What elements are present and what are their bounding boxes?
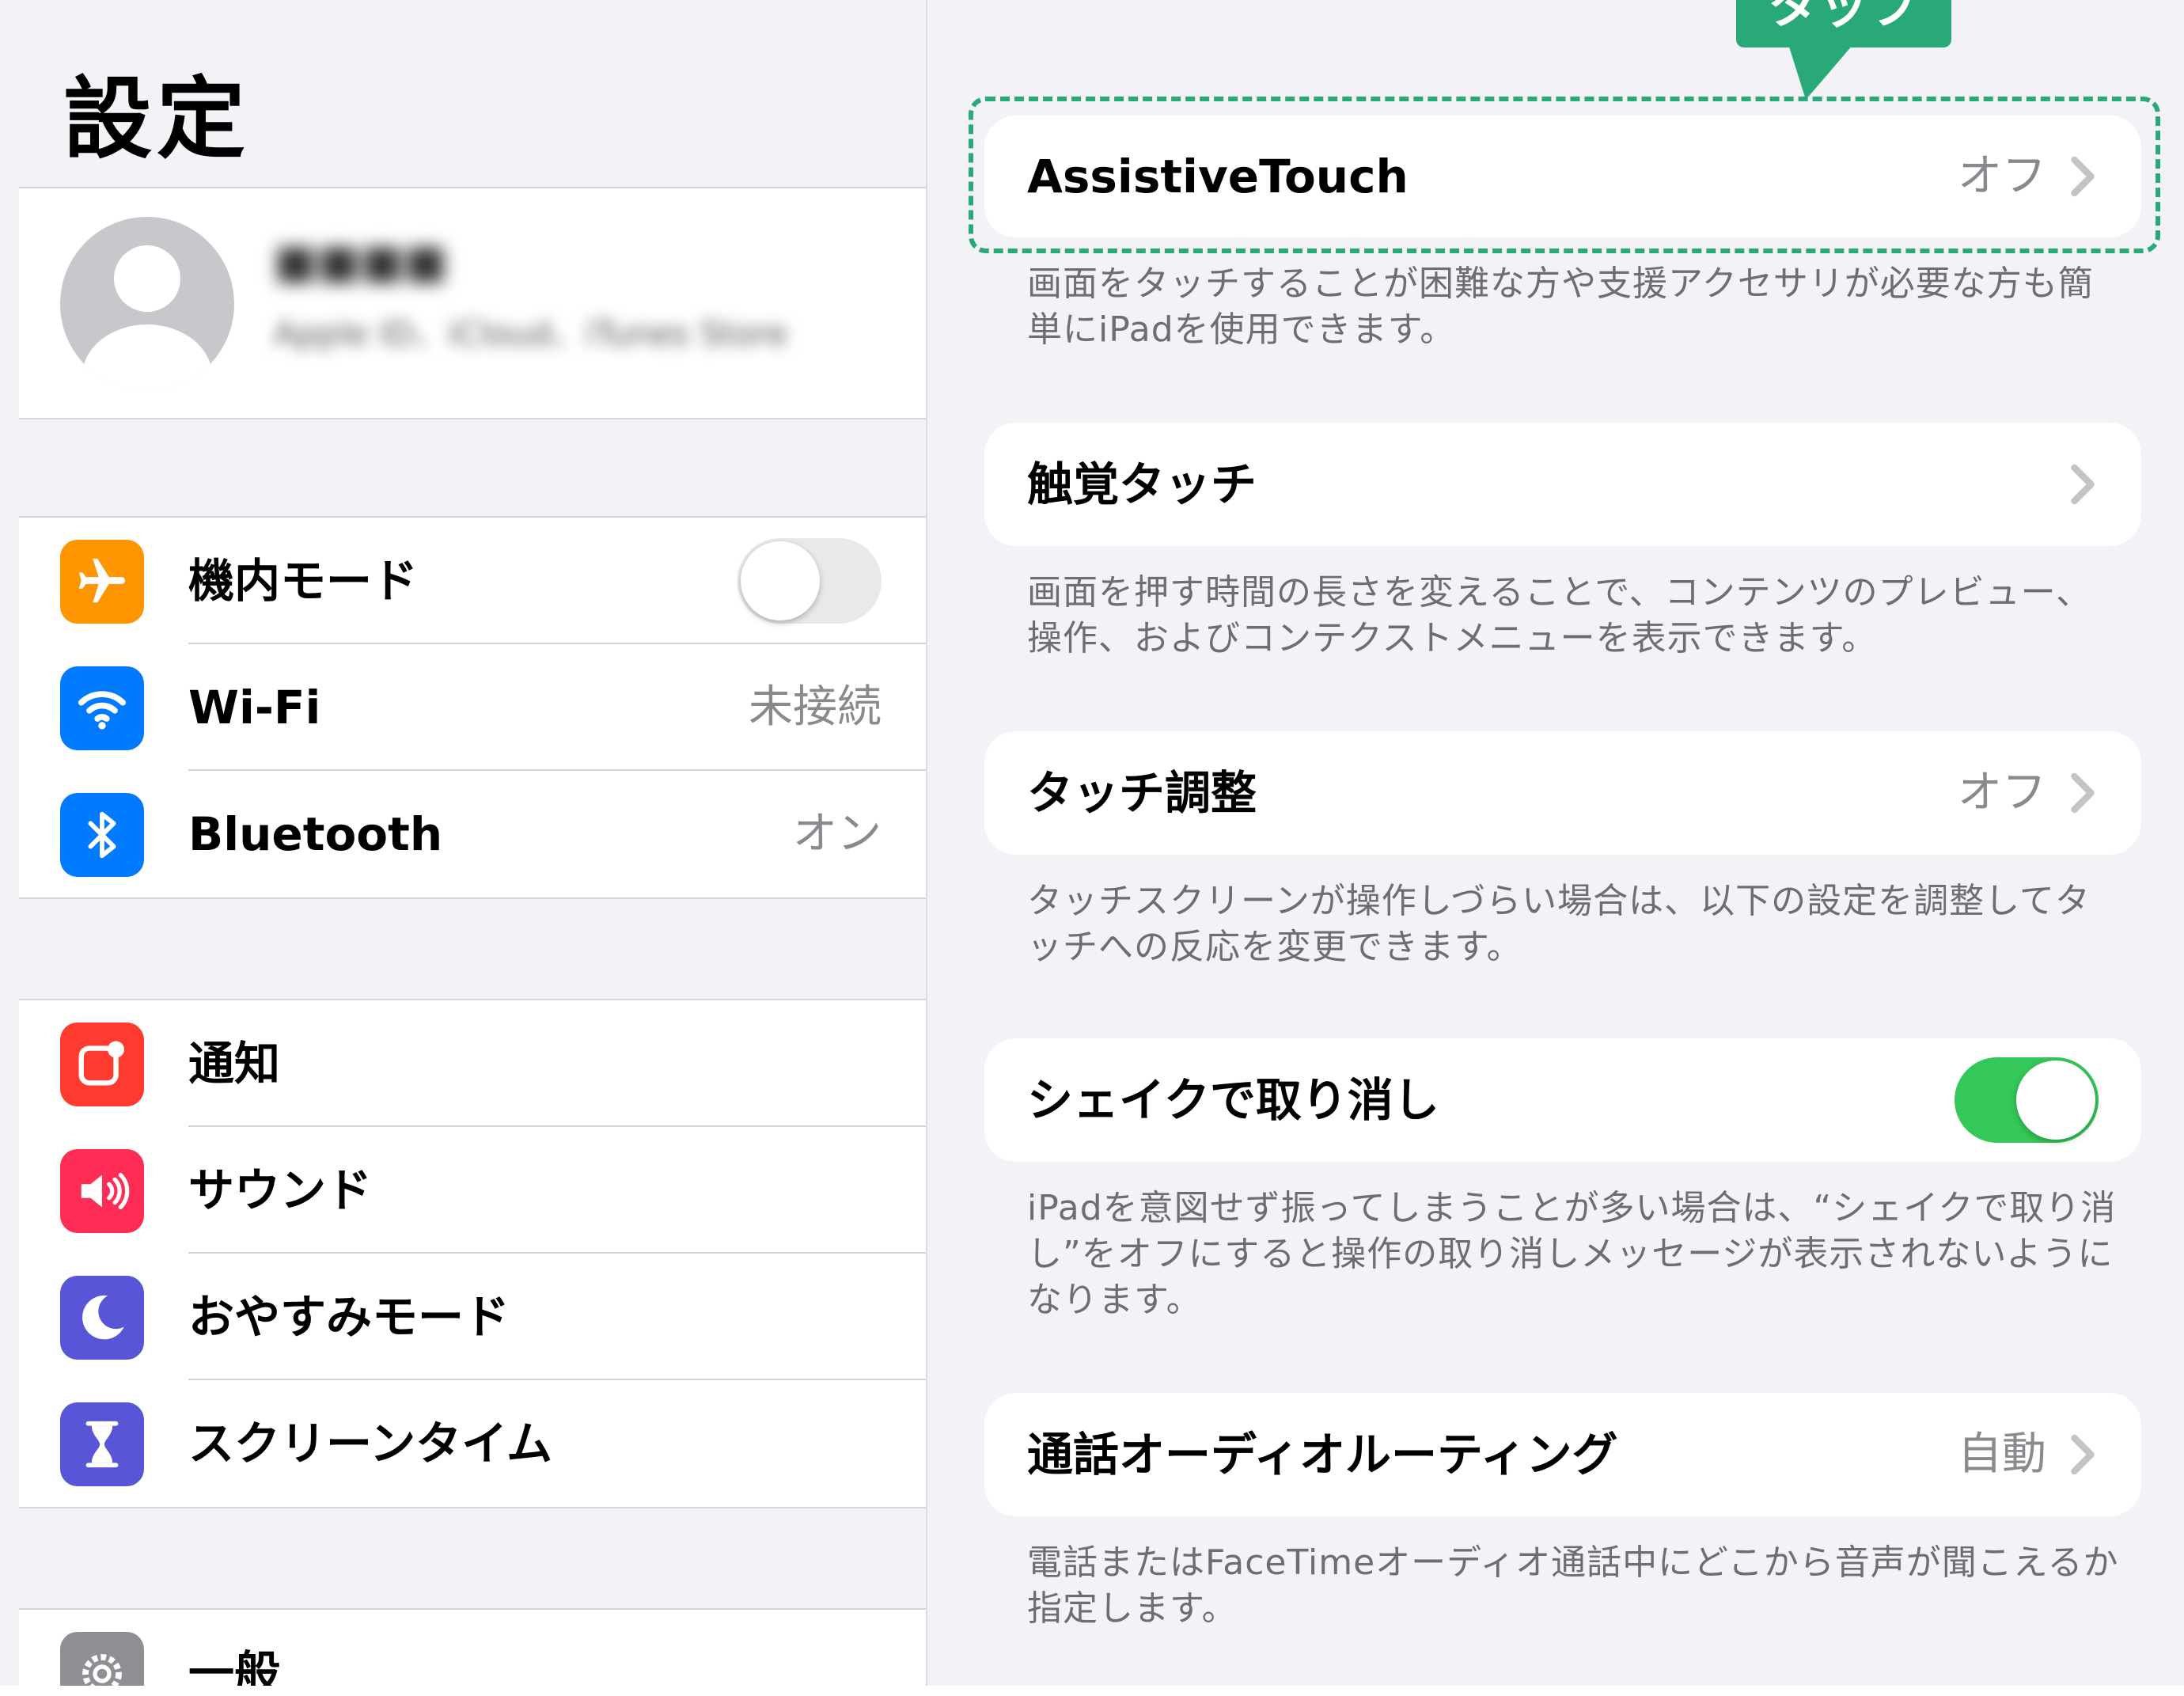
tap-callout-label: タップ [1768,0,1920,36]
settings-sidebar: 設定 ■■■■ Apple ID、iCloud、iTunes Store 機内モ… [19,0,926,1686]
page-title: 設定 [63,68,250,171]
shake-to-undo-row: シェイクで取り消し [984,1038,2141,1162]
bluetooth-status: オン [793,808,882,859]
notifications-group: 通知 サウンド おやすみモード スクリーンタイム [19,999,926,1508]
sidebar-item-label: 機内モード [188,554,419,608]
notification-icon [60,1023,144,1106]
haptic-touch-description: 画面を押す時間の長さを変えることで、コンテンツのプレビュー、操作、およびコンテク… [1027,572,2092,658]
pane-divider [926,0,927,1686]
sidebar-item-label: サウンド [188,1163,373,1217]
hourglass-icon [60,1402,144,1486]
airplane-icon [60,540,144,624]
call-audio-routing-row[interactable]: 通話オーディオルーティング 自動 [984,1393,2141,1516]
call-audio-routing-description: 電話またはFaceTimeオーディオ通話中にどこから音声が聞こえるか指定します。 [1027,1542,2119,1629]
shake-to-undo-description: iPadを意図せず振ってしまうことが多い場合は、“シェイクで取り消し”をオフにす… [1027,1188,2117,1320]
assistive-touch-description: 画面をタッチすることが困難な方や支援アクセサリが必要な方も簡単にiPadを使用で… [1027,264,2094,350]
profile-subtitle: Apple ID、iCloud、iTunes Store [274,314,788,353]
shake-to-undo-toggle[interactable] [1955,1057,2099,1143]
sidebar-item-label: Bluetooth [188,807,443,861]
airplane-mode-toggle[interactable] [737,538,882,624]
speaker-icon [60,1149,144,1233]
connectivity-group: 機内モード Wi-Fi 未接続 Bluetooth オン [19,516,926,899]
wifi-icon [60,666,144,750]
profile-name: ■■■■ [274,234,448,288]
chevron-right-icon [2071,772,2095,814]
sidebar-item-label: スクリーンタイム [188,1417,552,1470]
sidebar-item-do-not-disturb[interactable]: おやすみモード [19,1254,926,1380]
chevron-right-icon [2071,464,2095,505]
shake-to-undo-label: シェイクで取り消し [1027,1073,1439,1127]
bluetooth-icon [60,793,144,877]
haptic-touch-row[interactable]: 触覚タッチ [984,423,2141,546]
touch-accommodations-row[interactable]: タッチ調整 オフ [984,731,2141,855]
sidebar-item-label: 一般 [188,1646,281,1686]
sidebar-item-screen-time[interactable]: スクリーンタイム [19,1380,926,1507]
avatar [60,217,234,391]
sidebar-item-label: Wi-Fi [188,681,321,734]
sidebar-item-label: 通知 [188,1037,281,1091]
moon-icon [60,1276,144,1360]
sidebar-item-notifications[interactable]: 通知 [19,1000,926,1127]
wifi-status: 未接続 [749,681,882,733]
profile-row[interactable]: ■■■■ Apple ID、iCloud、iTunes Store [19,187,926,419]
gear-icon [60,1632,144,1686]
chevron-right-icon [2071,1434,2095,1475]
sidebar-item-wifi[interactable]: Wi-Fi 未接続 [19,644,926,771]
tap-callout-pointer [1788,44,1853,100]
call-audio-routing-value: 自動 [1958,1429,2046,1480]
tap-highlight-frame [969,97,2160,253]
call-audio-routing-label: 通話オーディオルーティング [1027,1428,1618,1482]
touch-accommodations-description: タッチスクリーンが操作しづらい場合は、以下の設定を調整してタッチへの反応を変更で… [1027,881,2091,967]
touch-accommodations-value: オフ [1958,767,2046,818]
sidebar-item-airplane-mode[interactable]: 機内モード [19,518,926,644]
sidebar-item-label: おやすみモード [188,1290,510,1344]
sidebar-item-bluetooth[interactable]: Bluetooth オン [19,771,926,897]
sidebar-item-general[interactable]: 一般 [19,1610,926,1686]
general-group: 一般 [19,1608,926,1686]
touch-accommodations-label: タッチ調整 [1027,766,1257,820]
sidebar-item-sounds[interactable]: サウンド [19,1127,926,1254]
bottom-edge [0,1686,2184,1696]
haptic-touch-label: 触覚タッチ [1027,457,1257,511]
